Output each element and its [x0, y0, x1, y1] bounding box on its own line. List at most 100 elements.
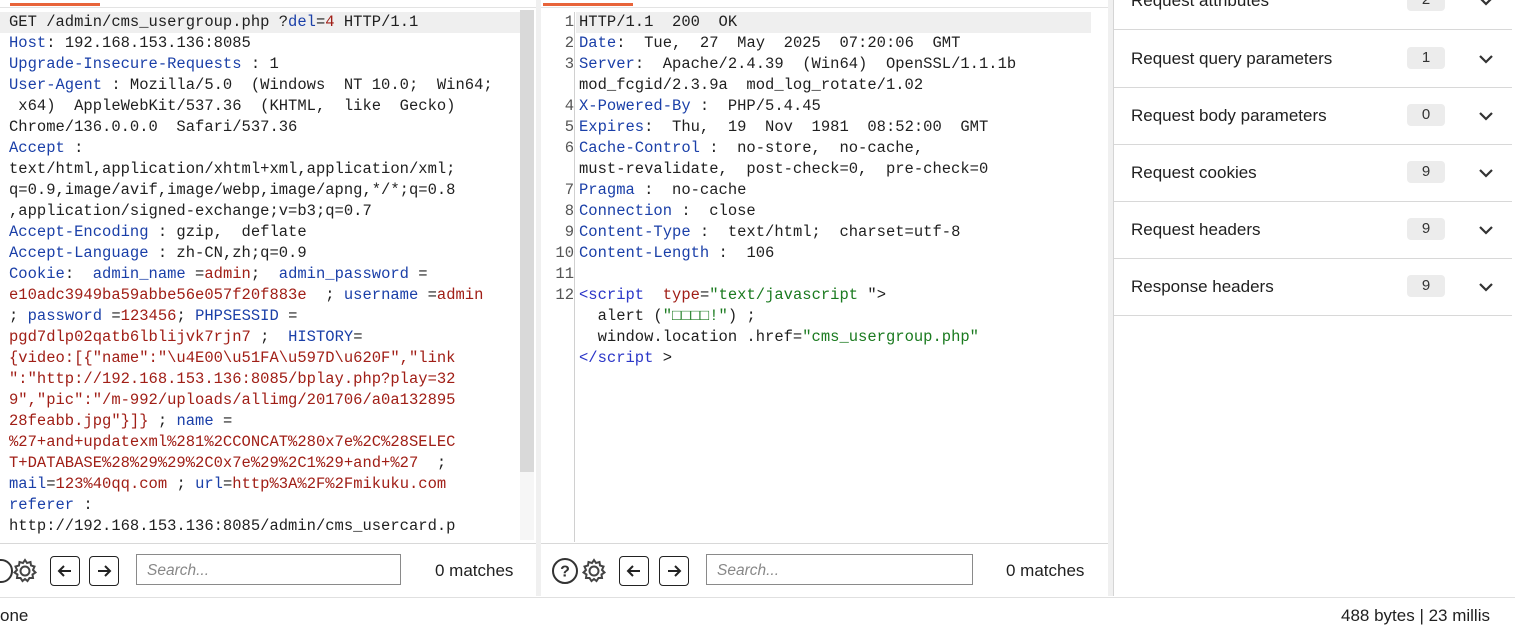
response-token: ) ; [727, 307, 756, 325]
request-scrollbar-thumb[interactable] [520, 10, 534, 472]
help-icon[interactable]: ? [550, 556, 580, 586]
inspector-row-label: Request headers [1131, 220, 1261, 239]
request-line: referer : [9, 495, 493, 516]
inspector-row-label: Request body parameters [1131, 106, 1327, 125]
status-bar: one 488 bytes | 23 millis [0, 597, 1515, 631]
inspector-row-count: 0 [1407, 104, 1445, 126]
request-line: ,application/signed-exchange;v=b3;q=0.7 [9, 201, 493, 222]
response-line: alert ("□□□□!") ; [579, 306, 1016, 327]
response-line [579, 264, 1016, 285]
request-token: ; [167, 475, 196, 493]
request-line: GET /admin/cms_usergroup.php ?del=4 HTTP… [9, 12, 493, 33]
request-line: User-Agent : Mozilla/5.0 (Windows NT 10.… [9, 75, 493, 96]
status-text: one [0, 606, 29, 625]
line-number [541, 327, 574, 348]
response-token: "text/javascript [709, 286, 859, 304]
response-search-input[interactable]: Search... [706, 554, 973, 585]
response-token: : close [672, 202, 756, 220]
request-line: Host: 192.168.153.136:8085 [9, 33, 493, 54]
response-token: : PHP/5.4.45 [690, 97, 821, 115]
request-line: q=0.9,image/avif,image/webp,image/apng,*… [9, 180, 493, 201]
request-token: : gzip, deflate [148, 223, 307, 241]
line-number [541, 75, 574, 96]
request-line: mail=123%40qq.com ; url=http%3A%2F%2Fmik… [9, 474, 493, 495]
response-token: Server [579, 55, 635, 73]
response-token: alert ( [579, 307, 663, 325]
request-search-input[interactable]: Search... [136, 554, 401, 585]
inspector-row-response-headers[interactable]: Response headers 9 [1114, 259, 1512, 316]
inspector-row-body-parameters[interactable]: Request body parameters 0 [1114, 88, 1512, 145]
inspector-row-count: 9 [1407, 218, 1445, 240]
request-token: = [46, 475, 56, 493]
line-number: 11 [555, 265, 574, 283]
gear-icon[interactable] [10, 556, 40, 586]
response-line: Date: Tue, 27 May 2025 07:20:06 GMT [579, 33, 1016, 54]
request-line: Upgrade-Insecure-Requests : 1 [9, 54, 493, 75]
request-text[interactable]: GET /admin/cms_usergroup.php ?del=4 HTTP… [9, 12, 493, 537]
request-token: = [409, 265, 428, 283]
chevron-down-icon[interactable] [1476, 220, 1496, 240]
response-line: <script type="text/javascript "> [579, 285, 1016, 306]
previous-match-button[interactable] [619, 556, 649, 586]
inspector-row-label: Request cookies [1131, 163, 1257, 182]
request-token: text/html,application/xhtml+xml,applicat… [9, 160, 456, 178]
chevron-down-icon[interactable] [1476, 0, 1496, 11]
arrow-left-icon [57, 565, 71, 577]
request-line: Cookie: admin_name =admin; admin_passwor… [9, 264, 493, 285]
request-token: username [343, 286, 419, 304]
request-token: del [288, 13, 316, 31]
request-token: : 192.168.153.136:8085 [46, 34, 251, 52]
response-line: X-Powered-By : PHP/5.4.45 [579, 96, 1016, 117]
inspector-row-request-headers[interactable]: Request headers 9 [1114, 202, 1512, 259]
request-token: Host [9, 34, 47, 52]
request-line: http://192.168.153.136:8085/admin/cms_us… [9, 516, 493, 537]
inspector-row-request-attributes[interactable]: Request attributes 2 [1114, 0, 1512, 30]
request-token: 9","pic":"/m-992/uploads/allimg/201706/a… [9, 391, 456, 409]
response-token: Connection [579, 202, 673, 220]
request-token: GET /admin/cms_usergroup.php ? [9, 13, 289, 31]
response-line: Server: Apache/2.4.39 (Win64) OpenSSL/1.… [579, 54, 1016, 75]
request-token: 123%40qq.com [55, 475, 168, 493]
next-match-button[interactable] [659, 556, 689, 586]
chevron-down-icon[interactable] [1476, 163, 1496, 183]
request-token: = [185, 265, 205, 283]
inspector-row-label: Request query parameters [1131, 49, 1333, 68]
response-line: Connection : close [579, 201, 1016, 222]
response-token: Content-Length [579, 244, 710, 262]
request-line: ; password =123456; PHPSESSID = [9, 306, 493, 327]
response-token: Expires [579, 118, 645, 136]
request-line: Chrome/136.0.0.0 Safari/537.36 [9, 117, 493, 138]
response-line: </script > [579, 348, 1016, 369]
response-token: > [653, 349, 673, 367]
request-token: = [353, 328, 363, 346]
inspector-row-count: 9 [1407, 161, 1445, 183]
request-token: ; [306, 286, 344, 304]
next-match-button[interactable] [89, 556, 119, 586]
response-tab-accent [543, 3, 633, 6]
request-search-toolbar: Search... 0 matches [0, 543, 536, 597]
arrow-right-icon [98, 565, 112, 577]
chevron-down-icon[interactable] [1476, 106, 1496, 126]
chevron-down-icon[interactable] [1476, 277, 1496, 297]
request-token: User-Agent [9, 76, 103, 94]
request-token: HTTP/1.1 [334, 13, 419, 31]
line-number: 2 [564, 34, 574, 52]
previous-match-button[interactable] [50, 556, 80, 586]
chevron-down-icon[interactable] [1476, 49, 1496, 69]
request-token: name [176, 412, 214, 430]
inspector-row-query-parameters[interactable]: Request query parameters 1 [1114, 31, 1512, 88]
response-token: : Apache/2.4.39 (Win64) OpenSSL/1.1.1b [634, 55, 1017, 73]
gear-icon[interactable] [579, 556, 609, 586]
request-match-count: 0 matches [435, 561, 514, 580]
request-token: ; [418, 454, 447, 472]
request-token: : [64, 265, 93, 283]
request-token: admin [204, 265, 251, 283]
request-token: 123456 [120, 307, 177, 325]
response-text[interactable]: HTTP/1.1 200 OK Date: Tue, 27 May 2025 07… [579, 12, 1016, 369]
line-number: 10 [555, 244, 574, 262]
inspector-row-request-cookies[interactable]: Request cookies 9 [1114, 145, 1512, 202]
request-token: admin_name [92, 265, 186, 283]
request-token: ; [148, 412, 177, 430]
request-token: = [315, 13, 326, 31]
response-token: window.location .href= [579, 328, 803, 346]
